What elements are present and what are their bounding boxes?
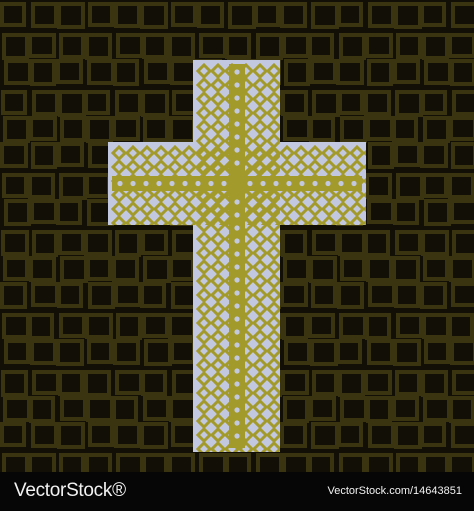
bead-dot (169, 180, 175, 187)
bead-dot (234, 251, 240, 257)
bead-dot (208, 180, 214, 187)
bead-dot (234, 355, 240, 361)
image-id-text: VectorStock.com/14643851 (327, 485, 462, 497)
bead-dot (182, 180, 188, 187)
bead-dot (234, 277, 240, 283)
bead-dot (351, 180, 357, 187)
bead-dot (234, 394, 240, 400)
brand-logo-text: VectorStock® (14, 480, 126, 501)
bead-dot (273, 180, 279, 187)
bead-dot (234, 316, 240, 322)
bead-dot (234, 303, 240, 309)
bead-dot (234, 147, 240, 153)
bead-dot (338, 180, 344, 187)
bead-dot (234, 199, 240, 205)
bead-dot (234, 160, 240, 166)
bead-dot (312, 180, 318, 187)
bead-dot (130, 180, 136, 187)
bead-dot (234, 69, 240, 75)
bead-dot (143, 180, 149, 187)
bead-dot (299, 180, 305, 187)
bead-dot (234, 121, 240, 127)
bead-dot (234, 134, 240, 140)
bead-dot (234, 108, 240, 114)
bead-dot (234, 225, 240, 231)
bead-dot (286, 180, 292, 187)
bead-dot (234, 290, 240, 296)
bead-dot (247, 180, 253, 187)
center-stripe-horizontal (112, 176, 362, 191)
cross-artwork (0, 0, 474, 472)
bead-dot (234, 368, 240, 374)
bead-dot (234, 420, 240, 426)
bead-dot (221, 180, 227, 187)
bead-dot (234, 212, 240, 218)
bead-dot (234, 342, 240, 348)
bead-dot (234, 238, 240, 244)
bead-dot (325, 180, 331, 187)
bead-dot (234, 82, 240, 88)
bead-dot (234, 264, 240, 270)
bead-dot (195, 180, 201, 187)
bead-dot (117, 180, 123, 187)
bead-dot (234, 329, 240, 335)
bead-dot (234, 95, 240, 101)
bead-dot (156, 180, 162, 187)
bead-dot (234, 433, 240, 439)
bead-dot (234, 407, 240, 413)
watermark-bar: VectorStock® VectorStock.com/14643851 (0, 472, 474, 511)
bead-dot (234, 381, 240, 387)
bead-dot (260, 180, 266, 187)
